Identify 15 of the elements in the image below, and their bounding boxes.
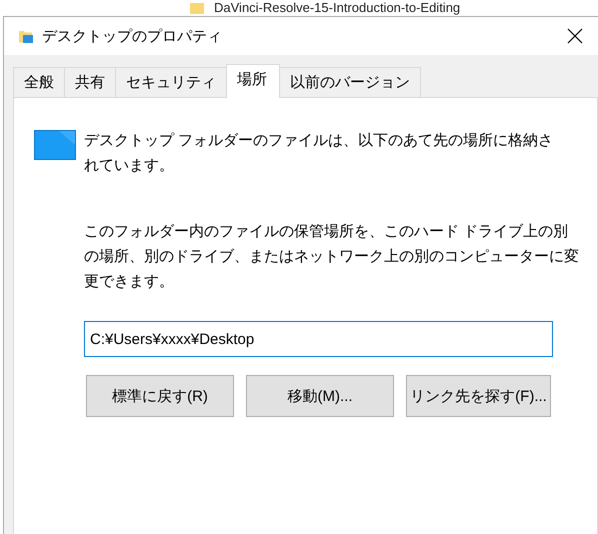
- tab[interactable]: 場所: [226, 64, 280, 98]
- tab[interactable]: 以前のバージョン: [279, 67, 421, 97]
- action-button[interactable]: 移動(M)...: [246, 375, 394, 417]
- desktop-icon: [34, 130, 76, 160]
- file-name: DaVinci-Resolve-15-Introduction-to-Editing: [214, 0, 460, 16]
- close-icon: [567, 28, 583, 44]
- action-button[interactable]: リンク先を探す(F)...: [406, 375, 551, 417]
- folder-icon: [190, 2, 204, 14]
- instructions-text: このフォルダー内のファイルの保管場所を、このハード ドライブ上の別の場所、別のドライブ、またはネットワーク上の別のコンピューターに変更できます。: [84, 222, 580, 292]
- tab[interactable]: 全般: [13, 67, 65, 97]
- action-button[interactable]: 標準に戻す(R): [86, 375, 234, 417]
- path-field[interactable]: C:¥Users¥xxxx¥Desktop: [84, 321, 553, 357]
- folder-icon: [18, 28, 34, 44]
- window-title: デスクトップのプロパティ: [42, 26, 223, 46]
- description-text: デスクトップ フォルダーのファイルは、以下のあて先の場所に格納されています。: [84, 131, 554, 176]
